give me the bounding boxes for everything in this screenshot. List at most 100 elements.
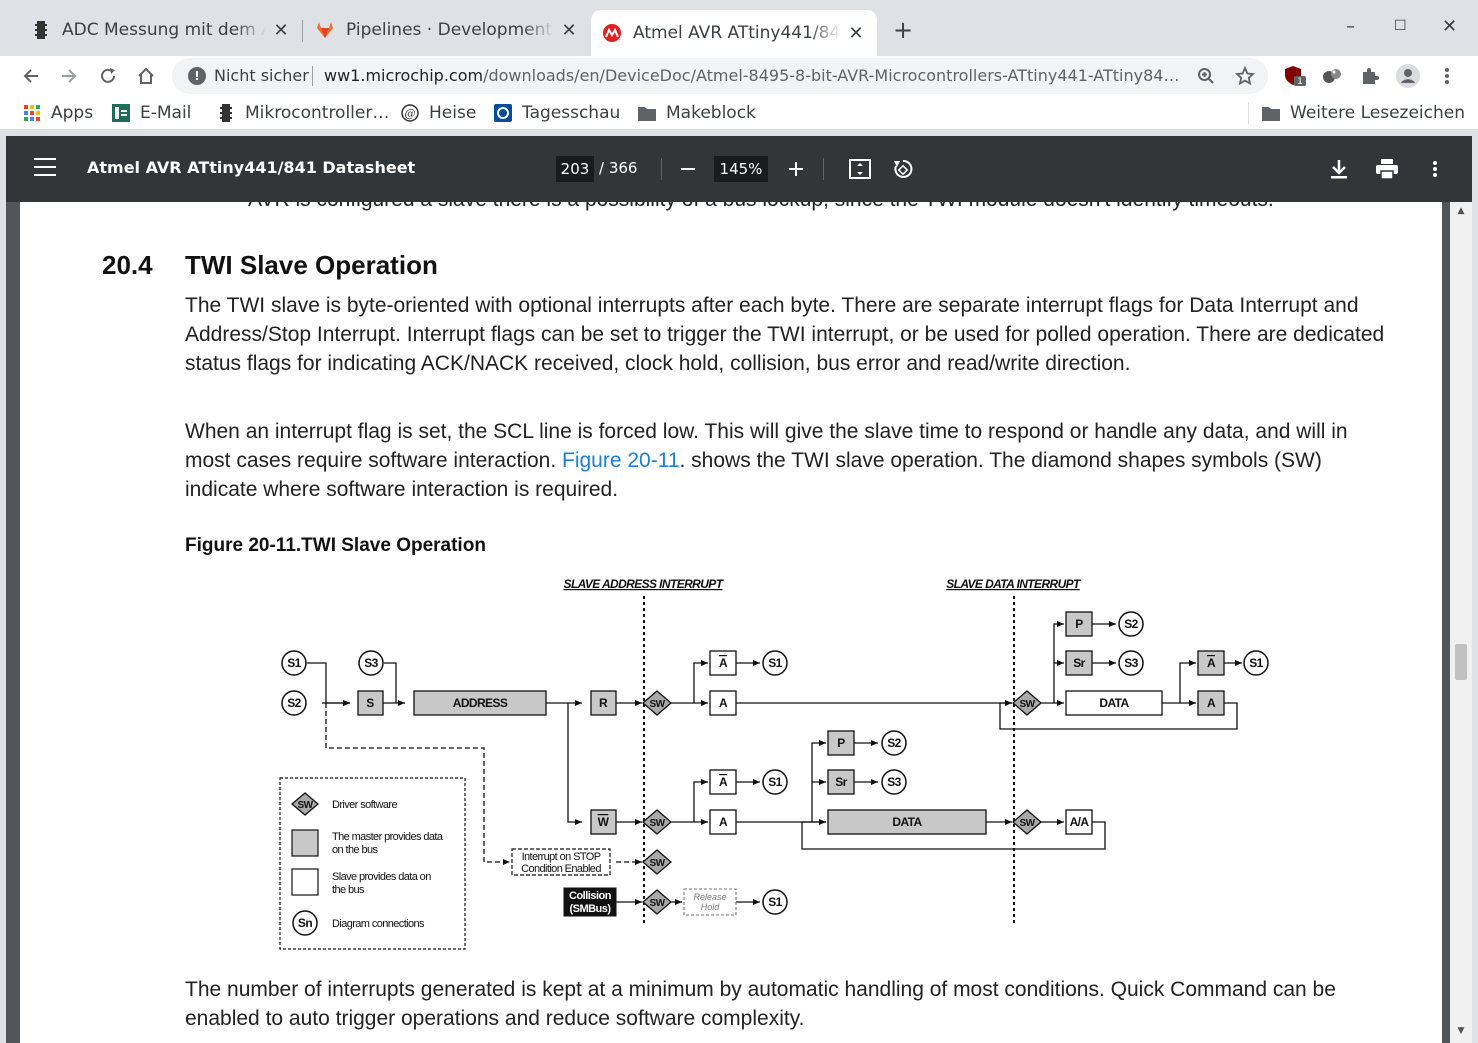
reload-button[interactable]	[94, 62, 122, 90]
microchip-icon	[603, 24, 621, 42]
bookmark-apps[interactable]: Apps	[23, 102, 93, 124]
connector-label: S2	[887, 736, 901, 750]
bookmark-label: Weitere Lesezeichen	[1290, 103, 1466, 123]
connector-label: S1	[287, 656, 301, 670]
section-title: TWI Slave Operation	[185, 250, 438, 280]
paragraph-3: The number of interrupts generated is ke…	[185, 978, 1336, 1030]
tab-separator	[302, 20, 303, 42]
pdf-viewer[interactable]: AVR is configured a slave there is a pos…	[6, 202, 1472, 1043]
star-icon	[1235, 66, 1255, 86]
legend-sn-label: Sn	[298, 916, 312, 930]
tab-close-icon[interactable]: ✕	[560, 20, 578, 41]
tab-close-icon[interactable]: ✕	[272, 20, 290, 41]
rotate-icon	[894, 159, 913, 178]
pdf-scrollbar[interactable]: ▲ ▼	[1450, 202, 1472, 1043]
connector-label: S3	[887, 775, 901, 789]
kebab-menu-icon	[1433, 161, 1437, 177]
legend-master-text: The master provides data	[332, 831, 444, 843]
print-button[interactable]	[1372, 154, 1402, 184]
page-number-input[interactable]: 203	[556, 156, 594, 182]
legend-slave-text: the bus	[332, 884, 365, 896]
zoom-input[interactable]: 145%	[714, 156, 768, 182]
connector-label: S1	[1249, 656, 1263, 670]
tab-adc-messung[interactable]: ADC Messung mit dem Attiny ✕	[20, 10, 302, 50]
slave-data-interrupt-label: SLAVE DATA INTERRUPT	[946, 577, 1082, 591]
rotate-button[interactable]	[888, 154, 918, 184]
bookmark-makeblock[interactable]: Makeblock	[638, 102, 756, 124]
avatar-icon	[1396, 64, 1420, 88]
security-label[interactable]: Nicht sicher	[214, 66, 309, 85]
sw-label: SW	[650, 818, 666, 829]
bookmark-tagesschau[interactable]: Tagesschau	[494, 102, 620, 124]
address-bar[interactable]: ! Nicht sicher ww1.microchip.com/downloa…	[172, 58, 1268, 94]
nack-label: A	[1207, 656, 1216, 670]
profile-button[interactable]	[1396, 64, 1420, 88]
new-tab-button[interactable]: +	[893, 18, 913, 42]
tab-pipelines[interactable]: Pipelines · Development / Firmware ✕	[304, 10, 590, 50]
bookmark-other[interactable]: Weitere Lesezeichen	[1262, 102, 1465, 124]
ack-label: A	[719, 696, 728, 710]
read-label: R	[599, 696, 608, 710]
nack-label: A	[719, 656, 728, 670]
printer-icon	[1376, 159, 1398, 179]
scroll-down-arrow-icon[interactable]: ▼	[1455, 1026, 1467, 1036]
close-window-button[interactable]: ✕	[1442, 16, 1457, 37]
bookmark-heise[interactable]: @ Heise	[401, 102, 476, 124]
bookmark-star-button[interactable]	[1231, 62, 1259, 90]
scroll-up-arrow-icon[interactable]: ▲	[1455, 206, 1467, 216]
connector-label: S3	[364, 656, 378, 670]
zoom-out-button[interactable]	[673, 154, 703, 184]
url-text[interactable]: ww1.microchip.com/downloads/en/DeviceDoc…	[324, 66, 1184, 85]
extensions-button[interactable]	[1358, 64, 1382, 88]
sw-label: SW	[650, 898, 666, 909]
connector-label: S1	[768, 775, 782, 789]
forward-arrow-icon	[62, 69, 77, 83]
url-path: /downloads/en/DeviceDoc/Atmel-8495-8-bit…	[483, 66, 1184, 85]
scrollbar-thumb[interactable]	[1455, 644, 1467, 680]
pdf-toolbar: Atmel AVR ATtiny441/841 Datasheet 203 / …	[6, 136, 1472, 202]
fit-page-button[interactable]	[845, 154, 875, 184]
ublock-extension-button[interactable]: 1	[1283, 64, 1307, 88]
pdf-page: AVR is configured a slave there is a pos…	[20, 202, 1442, 1043]
connector-label: S1	[768, 895, 782, 909]
collision-label: (SMBus)	[569, 903, 611, 915]
extension-badge: 1	[1297, 77, 1303, 87]
zoom-indicator-button[interactable]	[1192, 62, 1220, 90]
browser-menu-button[interactable]	[1435, 64, 1459, 88]
figure-link[interactable]: Figure 20-11	[562, 449, 680, 472]
pdf-sidebar-menu-icon[interactable]	[34, 158, 56, 182]
nack-label: A	[719, 775, 728, 789]
bookmarks-bar: Apps E-Mail Mikrocontroller… @ Heise Tag…	[0, 96, 1478, 130]
bookmarks-divider	[1248, 102, 1249, 124]
pdf-more-button[interactable]	[1420, 154, 1450, 184]
forward-button[interactable]	[55, 62, 83, 90]
folder-icon	[638, 104, 656, 122]
bookmark-email[interactable]: E-Mail	[112, 102, 191, 124]
maximize-button[interactable]: ☐	[1394, 18, 1407, 34]
zoom-in-button[interactable]	[781, 154, 811, 184]
omnibox-divider	[312, 66, 313, 86]
bookmark-label: Makeblock	[666, 103, 756, 123]
heise-icon: @	[401, 104, 419, 122]
home-button[interactable]	[132, 62, 160, 90]
stop-label: P	[1075, 617, 1083, 631]
paragraph-2: When an interrupt flag is set, the SCL l…	[185, 417, 1385, 504]
tab-close-icon[interactable]: ✕	[847, 23, 865, 44]
download-button[interactable]	[1324, 154, 1354, 184]
twi-slave-operation-diagram: SLAVE ADDRESS INTERRUPT SLAVE DATA INTER…	[279, 577, 1269, 950]
legend-master-text: on the bus	[332, 844, 378, 856]
balls-icon	[1323, 69, 1341, 83]
toolbar-separator	[661, 158, 662, 180]
tab-strip: ADC Messung mit dem Attiny ✕ Pipelines ·…	[0, 0, 1478, 56]
bookmark-mikrocontroller[interactable]: Mikrocontroller…	[217, 102, 389, 124]
stop-condition-label: Interrupt on STOP	[522, 851, 601, 863]
tab-atmel-datasheet[interactable]: Atmel AVR ATtiny441/841 Datasheet ✕	[591, 10, 877, 56]
back-button[interactable]	[17, 62, 45, 90]
ack-label: A	[719, 815, 728, 829]
theme-extension-button[interactable]	[1320, 64, 1344, 88]
toolbar-separator	[823, 158, 824, 180]
chip-icon	[217, 104, 235, 122]
sw-label: SW	[650, 699, 666, 710]
info-icon[interactable]: !	[188, 67, 206, 85]
minimize-button[interactable]: –	[1346, 16, 1355, 37]
